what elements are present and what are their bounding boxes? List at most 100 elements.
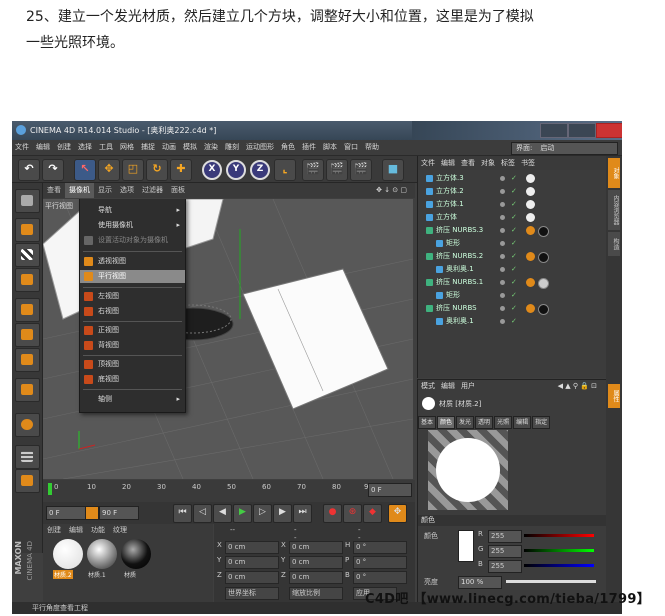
- tab-editor[interactable]: 编辑: [513, 416, 532, 429]
- visibility-dot-icon[interactable]: [500, 319, 505, 324]
- render-picture-button[interactable]: 🎬: [326, 159, 348, 181]
- menu-item[interactable]: 文件: [15, 140, 29, 155]
- object-menu-item[interactable]: 编辑: [438, 156, 458, 170]
- visibility-dot-icon[interactable]: [500, 293, 505, 298]
- material-tag-icon[interactable]: [538, 252, 549, 263]
- menu-item[interactable]: 角色: [281, 140, 295, 155]
- texture-mode-button[interactable]: [15, 243, 40, 267]
- menu-item[interactable]: 窗口: [344, 140, 358, 155]
- menu-item-axonometric[interactable]: 轴侧 ▸: [80, 393, 185, 406]
- y-axis-button[interactable]: Y: [226, 160, 246, 180]
- tweak-mode-button[interactable]: [15, 413, 40, 437]
- object-row[interactable]: 立方体 ✓: [418, 211, 606, 224]
- g-value-field[interactable]: 255: [488, 545, 522, 558]
- menu-item-left[interactable]: 左视图: [80, 290, 185, 303]
- enabled-check-icon[interactable]: ✓: [511, 237, 517, 250]
- material-tag-icon[interactable]: [526, 304, 535, 313]
- maximize-button[interactable]: [568, 123, 596, 138]
- next-key-button[interactable]: ▶: [273, 504, 292, 523]
- pos-z-field[interactable]: 0 cm: [225, 571, 279, 584]
- tab-assign[interactable]: 指定: [532, 416, 551, 429]
- scale-tool-button[interactable]: ◰: [122, 159, 144, 181]
- menu-item-right[interactable]: 右视图: [80, 305, 185, 318]
- viewport-menu-item[interactable]: 显示: [94, 183, 116, 198]
- viewport-menu-item[interactable]: 过滤器: [138, 183, 167, 198]
- coord-mode-dropdown[interactable]: 世界坐标: [225, 587, 279, 600]
- menu-item[interactable]: 脚本: [323, 140, 337, 155]
- menu-item-use-camera[interactable]: 使用摄像机 ▸: [80, 219, 185, 232]
- prev-key-button[interactable]: ◁: [193, 504, 212, 523]
- material-tag-icon[interactable]: [526, 226, 535, 235]
- object-menu-item[interactable]: 标签: [498, 156, 518, 170]
- menu-item[interactable]: 渲染: [204, 140, 218, 155]
- frame-arrows-icon[interactable]: [85, 506, 99, 520]
- material-tag-icon[interactable]: [526, 252, 535, 261]
- scale-mode-dropdown[interactable]: 缩放比例: [289, 587, 343, 600]
- points-mode-button[interactable]: [15, 298, 40, 322]
- object-row[interactable]: 奥利奥.1 ✓: [418, 315, 606, 328]
- move-tool-button[interactable]: ✥: [98, 159, 120, 181]
- rot-p-field[interactable]: 0 °: [353, 556, 407, 569]
- next-frame-button[interactable]: ▷: [253, 504, 272, 523]
- object-row[interactable]: 立方体.3 ✓: [418, 172, 606, 185]
- material-swatch[interactable]: [53, 539, 83, 569]
- visibility-dot-icon[interactable]: [500, 189, 505, 194]
- menu-item-back[interactable]: 背视图: [80, 339, 185, 352]
- menu-item-parallel[interactable]: 平行视图: [80, 270, 185, 283]
- object-row[interactable]: 矩形 ✓: [418, 289, 606, 302]
- snap-button[interactable]: [15, 445, 40, 469]
- attribute-menu-item[interactable]: 用户: [458, 380, 478, 393]
- render-settings-button[interactable]: 🎬: [350, 159, 372, 181]
- object-menu-item[interactable]: 书签: [518, 156, 538, 170]
- axis-mode-button[interactable]: [15, 378, 40, 402]
- material-menu-item[interactable]: 创建: [43, 524, 65, 536]
- material-tag-icon[interactable]: [538, 278, 549, 289]
- g-slider[interactable]: [524, 549, 594, 552]
- enabled-check-icon[interactable]: ✓: [511, 185, 517, 198]
- material-tag-icon[interactable]: [526, 278, 535, 287]
- menu-item-navigation[interactable]: 导航 ▸: [80, 204, 185, 217]
- material-tag-icon[interactable]: [538, 226, 549, 237]
- enabled-check-icon[interactable]: ✓: [511, 172, 517, 185]
- object-row[interactable]: 挤压 NURBS.2 ✓: [418, 250, 606, 263]
- go-to-end-button[interactable]: ⏭: [293, 504, 312, 523]
- material-swatch[interactable]: [121, 539, 151, 569]
- add-tool-button[interactable]: ✚: [170, 159, 192, 181]
- visibility-dot-icon[interactable]: [500, 306, 505, 311]
- object-menu-item[interactable]: 查看: [458, 156, 478, 170]
- enabled-check-icon[interactable]: ✓: [511, 211, 517, 224]
- object-row[interactable]: 奥利奥.1 ✓: [418, 263, 606, 276]
- record-button[interactable]: ●: [323, 504, 342, 523]
- go-to-start-button[interactable]: ⏮: [173, 504, 192, 523]
- enabled-check-icon[interactable]: ✓: [511, 224, 517, 237]
- play-button[interactable]: ▶: [233, 504, 252, 523]
- autokey-button[interactable]: ⊛: [343, 504, 362, 523]
- visibility-dot-icon[interactable]: [500, 215, 505, 220]
- visibility-dot-icon[interactable]: [500, 241, 505, 246]
- render-view-button[interactable]: 🎬: [302, 159, 324, 181]
- material-preview[interactable]: [428, 430, 508, 510]
- menu-item[interactable]: 网格: [120, 140, 134, 155]
- menu-item[interactable]: 工具: [99, 140, 113, 155]
- object-menu-item[interactable]: 文件: [418, 156, 438, 170]
- menu-item[interactable]: 运动图形: [246, 140, 274, 155]
- pos-x-field[interactable]: 0 cm: [225, 541, 279, 554]
- b-value-field[interactable]: 255: [488, 560, 522, 573]
- pos-y-field[interactable]: 0 cm: [225, 556, 279, 569]
- object-row[interactable]: 矩形 ✓: [418, 237, 606, 250]
- enabled-check-icon[interactable]: ✓: [511, 198, 517, 211]
- undo-button[interactable]: ↶: [18, 159, 40, 181]
- visibility-dot-icon[interactable]: [500, 176, 505, 181]
- end-frame-field[interactable]: 90 F: [99, 506, 139, 520]
- menu-item-front[interactable]: 正视图: [80, 324, 185, 337]
- object-row[interactable]: 立方体.1 ✓: [418, 198, 606, 211]
- object-row[interactable]: 挤压 NURBS.3 ✓: [418, 224, 606, 237]
- viewport-menu-item[interactable]: 面板: [167, 183, 189, 198]
- color-swatch[interactable]: [458, 530, 474, 562]
- current-frame-field[interactable]: 0 F: [368, 483, 412, 497]
- object-row[interactable]: 立方体.2 ✓: [418, 185, 606, 198]
- viewport-menu-item[interactable]: 选项: [116, 183, 138, 198]
- edges-mode-button[interactable]: [15, 323, 40, 347]
- visibility-dot-icon[interactable]: [500, 228, 505, 233]
- r-value-field[interactable]: 255: [488, 530, 522, 543]
